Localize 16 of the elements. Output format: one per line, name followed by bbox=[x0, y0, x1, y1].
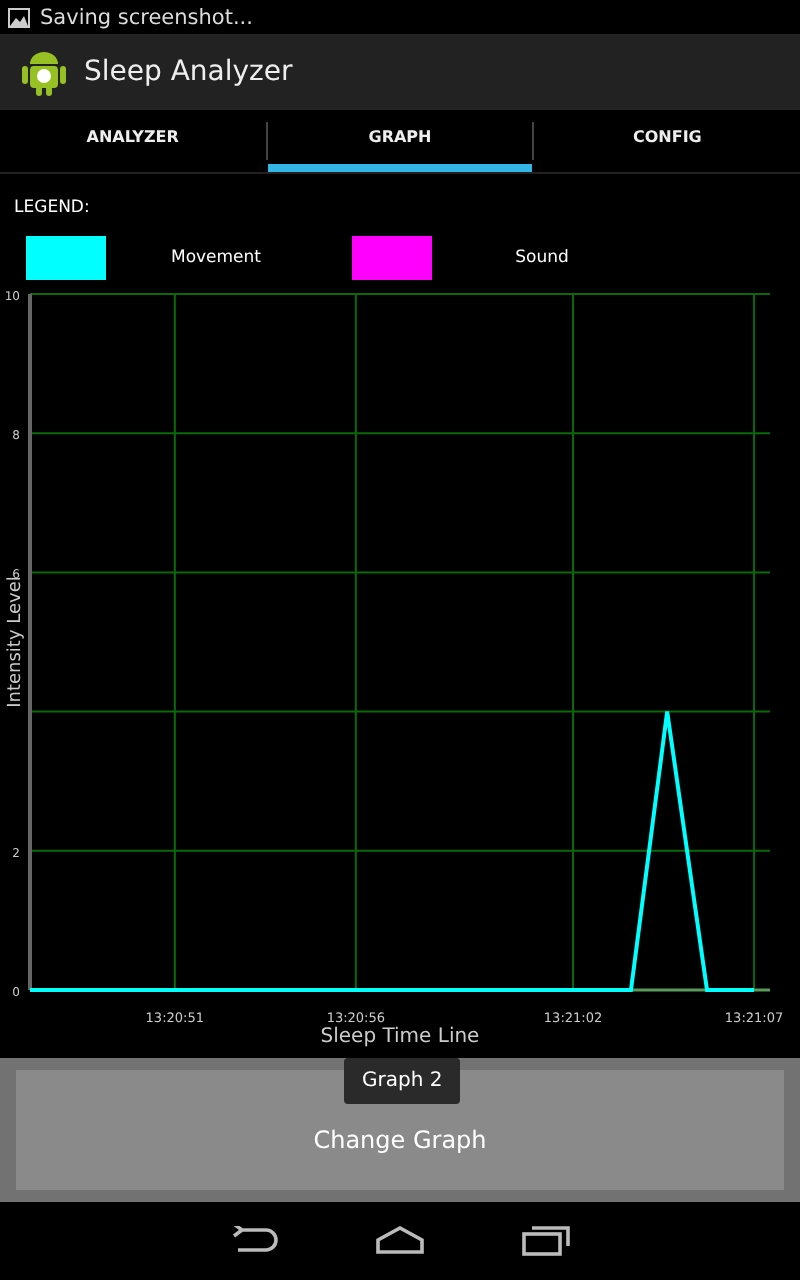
legend-label: Sound bbox=[513, 248, 571, 268]
back-icon[interactable] bbox=[230, 1226, 278, 1254]
recents-icon[interactable] bbox=[522, 1224, 570, 1256]
tab[interactable]: ANALYZER bbox=[0, 110, 266, 172]
toast: Graph 2 bbox=[344, 1058, 461, 1104]
home-icon[interactable] bbox=[374, 1226, 426, 1254]
tab[interactable]: GRAPH bbox=[267, 110, 533, 172]
tab[interactable]: CONFIG bbox=[534, 110, 800, 172]
app-title: Sleep Analyzer bbox=[84, 56, 293, 88]
x-axis-title: Sleep Time Line bbox=[320, 1026, 480, 1048]
legend-title: LEGEND: bbox=[14, 198, 90, 218]
legend-label: Movement bbox=[168, 248, 264, 268]
notification-text: Saving screenshot... bbox=[40, 5, 253, 29]
image-icon bbox=[8, 7, 30, 27]
y-axis-title: Intensity Level bbox=[6, 576, 26, 708]
android-icon bbox=[20, 46, 68, 98]
